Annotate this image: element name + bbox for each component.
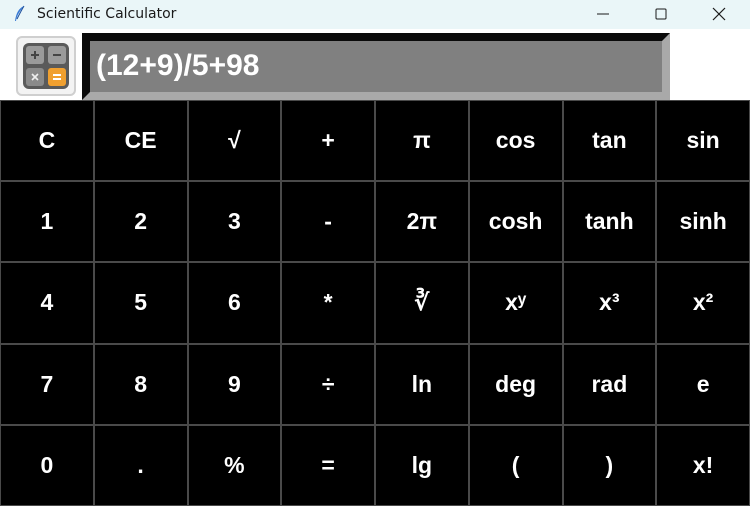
two-pi-button[interactable]: 2π — [375, 181, 469, 263]
window-title: Scientific Calculator — [37, 6, 177, 22]
2-button[interactable]: 2 — [93, 181, 188, 263]
1-button[interactable]: 1 — [0, 181, 94, 263]
percent-button[interactable]: % — [187, 424, 282, 506]
sinh-button[interactable]: sinh — [656, 181, 750, 263]
close-icon — [712, 7, 726, 21]
minimize-button[interactable] — [580, 0, 626, 29]
equals-button[interactable]: = — [281, 424, 375, 506]
7-button[interactable]: 7 — [0, 343, 94, 425]
pi-button[interactable]: π — [375, 100, 469, 182]
rad-button[interactable]: rad — [562, 343, 657, 425]
keypad: C CE √ + π cos tan sin 1 2 3-2π cosh tanh sinh 4 5 6 * ∛ xʸ… — [0, 100, 750, 506]
cube-button[interactable]: x³ — [562, 262, 657, 344]
cosh-button[interactable]: cosh — [468, 181, 563, 263]
plus-button[interactable]: + — [281, 100, 375, 182]
square-button[interactable]: x² — [656, 262, 750, 344]
deg-button[interactable]: deg — [468, 343, 563, 425]
5-button[interactable]: 5 — [93, 262, 188, 344]
lg-button[interactable]: lg — [375, 424, 469, 506]
expression-display[interactable]: (12+9)/5+98 — [82, 33, 670, 100]
tan-button[interactable]: tan — [562, 100, 657, 182]
title-bar: Scientific Calculator — [0, 0, 750, 29]
close-button[interactable] — [696, 0, 742, 29]
divide-button[interactable]: ÷ — [281, 343, 375, 425]
sin-button[interactable]: sin — [656, 100, 750, 182]
e-button[interactable]: e — [656, 343, 750, 425]
power-button[interactable]: xʸ — [468, 262, 563, 344]
6-button[interactable]: 6 — [187, 262, 282, 344]
clear-entry-button[interactable]: CE — [93, 100, 188, 182]
maximize-button[interactable] — [638, 0, 684, 29]
8-button[interactable]: 8 — [93, 343, 188, 425]
open-paren-button[interactable]: ( — [468, 424, 563, 506]
clear-button[interactable]: C — [0, 100, 94, 182]
0-button[interactable]: 0 — [0, 424, 94, 506]
4-button[interactable]: 4 — [0, 262, 94, 344]
minimize-icon — [597, 13, 609, 15]
factorial-button[interactable]: x! — [656, 424, 750, 506]
top-panel: (12+9)/5+98 — [0, 29, 750, 100]
multiply-button[interactable]: * — [281, 262, 375, 344]
9-button[interactable]: 9 — [187, 343, 282, 425]
cos-button[interactable]: cos — [468, 100, 563, 182]
maximize-icon — [655, 8, 667, 20]
3-button[interactable]: 3 — [187, 181, 282, 263]
decimal-button[interactable]: . — [93, 424, 188, 506]
ln-button[interactable]: ln — [375, 343, 469, 425]
close-paren-button[interactable]: ) — [562, 424, 657, 506]
tanh-button[interactable]: tanh — [562, 181, 657, 263]
sqrt-button[interactable]: √ — [187, 100, 282, 182]
feather-icon — [11, 5, 29, 23]
minus-button[interactable]: - — [281, 181, 375, 263]
calculator-icon — [16, 36, 76, 96]
cube-root-button[interactable]: ∛ — [375, 262, 469, 344]
